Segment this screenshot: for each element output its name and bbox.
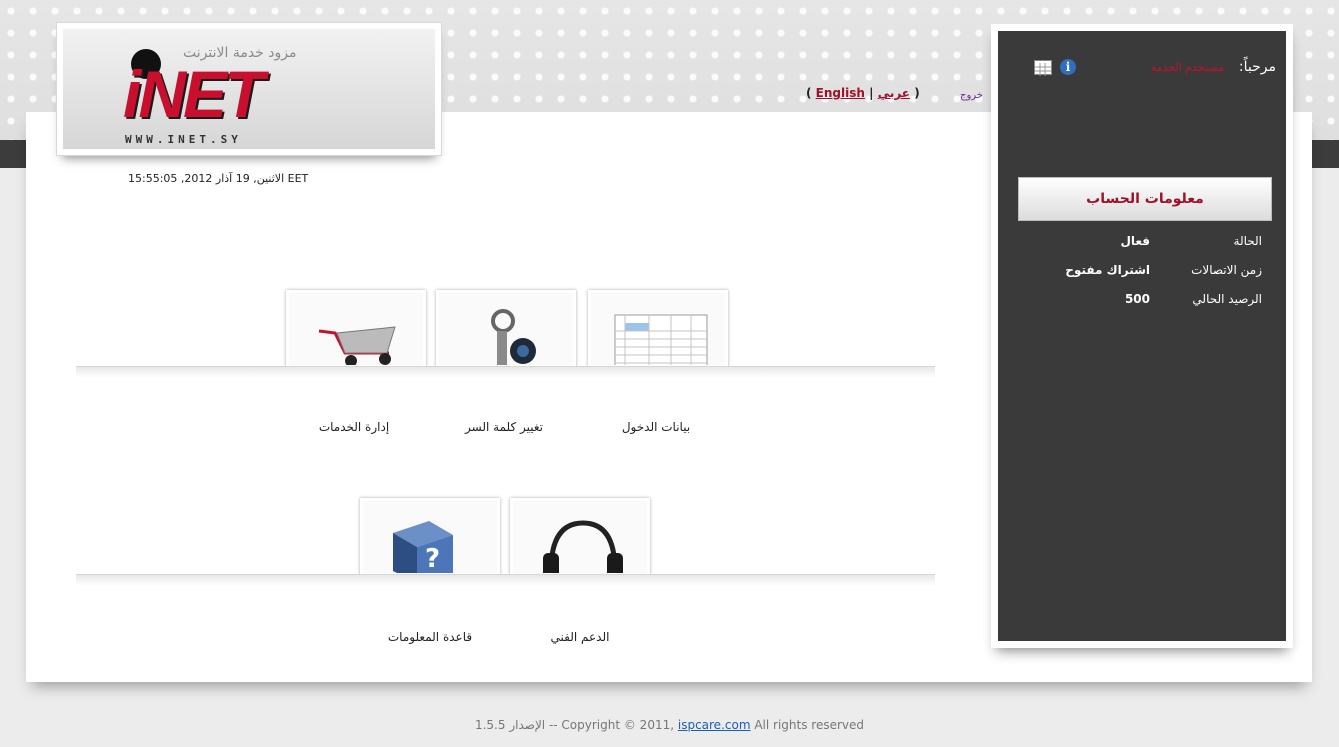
account-sidebar: مرحباً: مستخدم الخدمة i معلومات الحساب ا… bbox=[991, 24, 1293, 648]
tile-technical-support[interactable] bbox=[510, 498, 650, 576]
connection-time-label: زمن الاتصالات bbox=[1191, 263, 1262, 277]
logo-panel: مزود خدمة الانترنت iNET WWW.INET.SY bbox=[63, 29, 435, 149]
label-change-password[interactable]: تغيير كلمة السر bbox=[434, 420, 574, 434]
tile-knowledge-base[interactable]: ? bbox=[360, 498, 500, 576]
logo[interactable]: مزود خدمة الانترنت iNET WWW.INET.SY bbox=[56, 22, 442, 156]
help-cube-icon: ? bbox=[393, 521, 453, 574]
status-value: فعال bbox=[1120, 234, 1150, 248]
logout-link[interactable]: خروج bbox=[960, 90, 983, 101]
footer-link[interactable]: ispcare.com bbox=[678, 718, 751, 732]
account-info-button[interactable]: معلومات الحساب bbox=[1018, 177, 1272, 221]
language-switcher: ( English | عربي ) bbox=[806, 86, 920, 100]
current-datetime: الاثنين, 19 آذار 2012, 15:55:05 EET bbox=[128, 172, 309, 185]
status-label: الحالة bbox=[1233, 234, 1262, 248]
arabic-link[interactable]: عربي bbox=[878, 86, 910, 100]
footer-prefix: 1.5.5 الإصدار -- Copyright © 2011, bbox=[474, 718, 675, 732]
balance-value: 500 bbox=[1124, 292, 1150, 306]
details-icon[interactable] bbox=[1034, 60, 1052, 76]
spreadsheet-icon bbox=[614, 314, 708, 365]
label-manage-services[interactable]: إدارة الخدمات bbox=[284, 420, 424, 434]
lang-open-paren: ( bbox=[806, 86, 812, 100]
balance-label: الرصيد الحالي bbox=[1192, 292, 1262, 306]
username: مستخدم الخدمة bbox=[1150, 61, 1224, 74]
logo-text: iNET bbox=[123, 57, 264, 131]
keys-icon bbox=[491, 309, 536, 365]
tile-login-data[interactable] bbox=[588, 290, 728, 368]
footer: 1.5.5 الإصدار -- Copyright © 2011, ispca… bbox=[0, 718, 1339, 732]
status-row: الحالة فعال bbox=[1032, 234, 1262, 252]
sidebar-panel: مرحباً: مستخدم الخدمة i معلومات الحساب ا… bbox=[998, 31, 1286, 641]
tiles-shelf-1 bbox=[76, 366, 935, 378]
footer-suffix: All rights reserved bbox=[754, 718, 865, 732]
welcome-label: مرحباً: bbox=[1238, 59, 1276, 75]
table-grid-icon bbox=[1035, 63, 1051, 76]
left-band bbox=[0, 140, 28, 168]
tiles-shelf-2 bbox=[76, 574, 935, 586]
english-link[interactable]: English bbox=[816, 86, 865, 100]
tile-change-password[interactable] bbox=[436, 290, 576, 368]
lang-separator: | bbox=[869, 86, 874, 100]
connection-time-row: زمن الاتصالات اشتراك مفتوح bbox=[1032, 263, 1262, 281]
logo-url: WWW.INET.SY bbox=[125, 133, 242, 146]
label-knowledge-base[interactable]: قاعدة المعلومات bbox=[360, 630, 500, 644]
svg-text:?: ? bbox=[425, 544, 440, 574]
label-login-data[interactable]: بيانات الدخول bbox=[586, 420, 726, 434]
balance-row: الرصيد الحالي 500 bbox=[1032, 292, 1262, 310]
info-icon[interactable]: i bbox=[1060, 59, 1076, 75]
headphones-icon bbox=[543, 520, 623, 573]
shopping-cart-icon bbox=[318, 326, 396, 365]
lang-close-paren: ) bbox=[914, 86, 920, 100]
label-technical-support[interactable]: الدعم الفني bbox=[510, 630, 650, 644]
tile-manage-services[interactable] bbox=[286, 290, 426, 368]
connection-time-value: اشتراك مفتوح bbox=[1065, 263, 1150, 277]
